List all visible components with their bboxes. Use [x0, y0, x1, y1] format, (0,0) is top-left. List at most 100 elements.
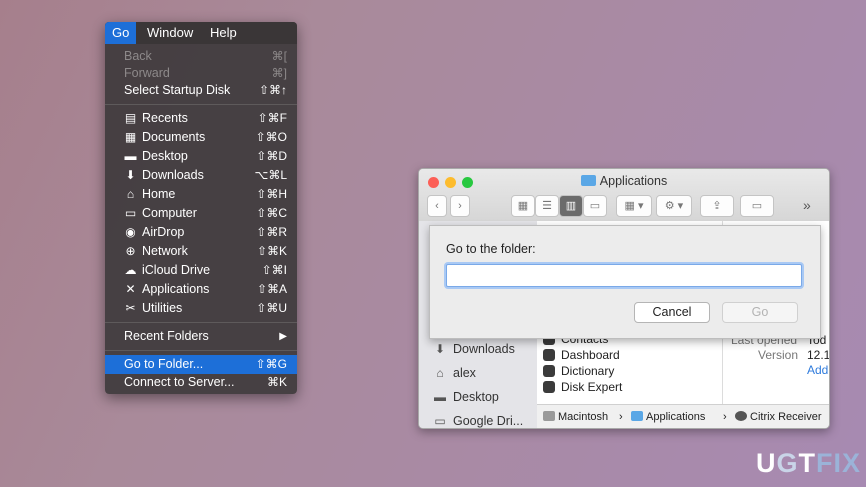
menu-item-utilities[interactable]: ✂ Utilities ⇧⌘U	[105, 299, 297, 318]
menu-shortcut: ⇧⌘H	[256, 187, 287, 201]
add-link[interactable]: Add	[807, 363, 828, 377]
menu-item-label: Utilities	[142, 301, 183, 315]
menu-shortcut: ⌘K	[266, 375, 287, 389]
list-item-label: Dashboard	[561, 348, 620, 362]
menu-shortcut: ⌥⌘L	[254, 168, 287, 182]
menu-item-applications[interactable]: ✕ Applications ⇧⌘A	[105, 280, 297, 299]
column-view-button[interactable]: ▥	[559, 195, 583, 217]
menu-item-home[interactable]: ⌂ Home ⇧⌘H	[105, 185, 297, 204]
menu-item-label: Applications	[142, 282, 210, 296]
sidebar-item-label: Desktop	[453, 390, 499, 404]
menu-item-documents[interactable]: ▦ Documents ⇧⌘O	[105, 128, 297, 147]
utilities-icon: ✂	[125, 301, 136, 315]
menu-item-airdrop[interactable]: ◉ AirDrop ⇧⌘R	[105, 223, 297, 242]
menu-item-label: Home	[142, 187, 176, 201]
gear-icon[interactable]: ⚙ ▾	[656, 195, 692, 217]
menu-shortcut: ⇧⌘A	[256, 282, 287, 296]
path-item-macintosh[interactable]: Macintosh	[543, 405, 609, 428]
menubar-window[interactable]: Window	[140, 22, 200, 44]
folder-icon: ▭	[434, 414, 446, 428]
cover-flow-button[interactable]: ▭	[583, 195, 607, 217]
menu-item-computer[interactable]: ▭ Computer ⇧⌘C	[105, 204, 297, 223]
disk-icon	[543, 411, 555, 421]
menu-item-label: Documents	[142, 130, 206, 144]
list-item[interactable]: Dictionary	[543, 363, 614, 379]
menu-item-network[interactable]: ⊕ Network ⇧⌘K	[105, 242, 297, 261]
menu-bar: Go Window Help	[105, 22, 297, 44]
path-item-label: Citrix Receiver	[750, 411, 822, 423]
watermark-text: G	[776, 448, 799, 478]
menu-shortcut: ⇧⌘↑	[258, 83, 287, 97]
go-menu: Go Window Help Back ⌘[ Forward ⌘] Select…	[105, 22, 297, 394]
computer-icon: ▭	[124, 206, 137, 220]
folder-path-input[interactable]	[446, 264, 802, 287]
menu-item-label: Recents	[142, 111, 188, 125]
menu-item-label: Downloads	[142, 168, 204, 182]
sidebar-item-label: Google Dri...	[453, 414, 524, 428]
sidebar-item-google-drive[interactable]: ▭ Google Dri...	[433, 411, 524, 428]
watermark-text: FIX	[816, 448, 862, 478]
toolbar-overflow-icon[interactable]: »	[803, 197, 811, 213]
window-title: Applications	[419, 174, 829, 188]
menu-item-downloads[interactable]: ⬇ Downloads ⌥⌘L	[105, 166, 297, 185]
tag-icon[interactable]: ▭	[740, 195, 774, 217]
go-to-folder-label: Go to the folder:	[446, 242, 536, 256]
submenu-arrow-icon: ▶	[279, 331, 287, 342]
menu-item-desktop[interactable]: ▬ Desktop ⇧⌘D	[105, 147, 297, 166]
menu-separator	[105, 104, 297, 105]
sidebar-item-label: Downloads	[453, 342, 515, 356]
path-separator: ›	[619, 411, 623, 423]
go-button[interactable]: Go	[722, 302, 798, 323]
list-item-label: Dictionary	[561, 364, 615, 378]
share-icon[interactable]: ⇪	[700, 195, 734, 217]
documents-icon: ▦	[124, 130, 137, 144]
citrix-icon	[735, 411, 747, 421]
sidebar-item-desktop[interactable]: ▬ Desktop	[433, 387, 499, 407]
menu-shortcut: ⇧⌘K	[256, 244, 287, 258]
menu-item-connect-to-server[interactable]: Connect to Server... ⌘K	[105, 373, 297, 392]
title-bar: Applications ‹ › ▦ ☰ ▥ ▭ ▦ ▾ ⚙ ▾ ⇪ ▭ »	[419, 169, 829, 222]
back-button[interactable]: ‹	[427, 195, 447, 217]
menubar-go[interactable]: Go	[105, 22, 137, 44]
path-item-applications[interactable]: Applications	[631, 405, 705, 428]
forward-button[interactable]: ›	[450, 195, 470, 217]
folder-icon	[580, 175, 596, 186]
path-bar: Macintosh › Applications › Citrix Receiv…	[537, 404, 829, 428]
menubar-help[interactable]: Help	[203, 22, 244, 44]
menu-item-select-startup-disk[interactable]: Select Startup Disk ⇧⌘↑	[105, 81, 297, 100]
menu-separator	[105, 322, 297, 323]
applications-icon: ✕	[125, 282, 136, 296]
menu-shortcut: ⇧⌘F	[257, 111, 287, 125]
menu-item-recents[interactable]: ▤ Recents ⇧⌘F	[105, 109, 297, 128]
disk-expert-icon	[543, 381, 555, 393]
icloud-icon: ☁	[124, 263, 137, 277]
path-item-label: Macintosh	[558, 411, 609, 423]
menu-shortcut: ⇧⌘O	[255, 130, 287, 144]
dictionary-icon	[543, 365, 555, 377]
cancel-button[interactable]: Cancel	[634, 302, 710, 323]
list-view-button[interactable]: ☰	[535, 195, 559, 217]
airdrop-icon: ◉	[125, 225, 136, 239]
list-item[interactable]: Dashboard	[543, 347, 620, 363]
home-icon: ⌂	[436, 366, 444, 380]
menu-item-label: AirDrop	[142, 225, 185, 239]
version-label: Version	[758, 348, 799, 362]
menu-item-icloud-drive[interactable]: ☁ iCloud Drive ⇧⌘I	[105, 261, 297, 280]
icon-view-button[interactable]: ▦	[511, 195, 535, 217]
version-value: 12.1	[807, 348, 830, 362]
recents-icon: ▤	[124, 111, 137, 125]
downloads-icon: ⬇	[434, 342, 446, 356]
watermark-text: U	[756, 448, 777, 478]
menu-item-recent-folders[interactable]: Recent Folders ▶	[105, 327, 297, 346]
menu-item-go-to-folder[interactable]: Go to Folder... ⇧⌘G	[105, 355, 297, 374]
sidebar-item-downloads[interactable]: ⬇ Downloads	[433, 339, 515, 359]
menu-item-label: Desktop	[142, 149, 188, 163]
arrange-button[interactable]: ▦ ▾	[616, 195, 652, 217]
menu-shortcut: ⇧⌘U	[256, 301, 287, 315]
list-item[interactable]: Disk Expert	[543, 379, 622, 395]
menu-shortcut: ⇧⌘G	[255, 357, 287, 371]
sidebar-item-alex[interactable]: ⌂ alex	[433, 363, 476, 383]
path-item-citrix-receiver[interactable]: Citrix Receiver	[735, 405, 822, 428]
menu-shortcut: ⇧⌘R	[256, 225, 287, 239]
menu-shortcut: ⇧⌘D	[256, 149, 287, 163]
